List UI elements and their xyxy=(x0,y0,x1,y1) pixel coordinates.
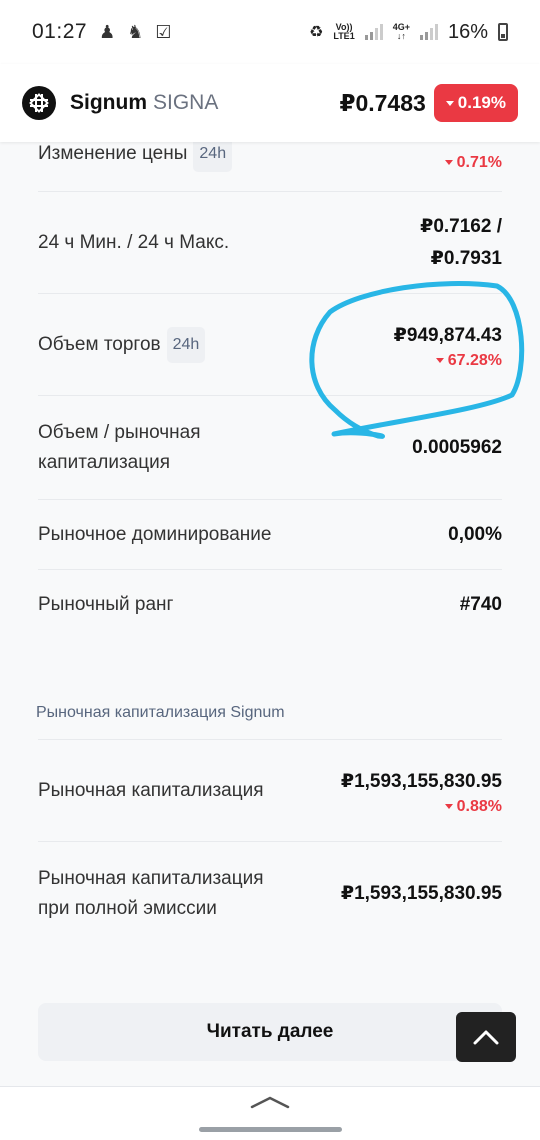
status-bar: 01:27 ♟ ♞ ☑ ♻ Vo)) LTE1 4G+ ↓↑ 16% xyxy=(0,0,540,64)
price-change-value: 0.19% xyxy=(457,93,506,112)
stat-label-line1: Рыночная капитализация xyxy=(38,868,264,889)
stat-row-market-cap: Рыночная капитализация ₽1,593,155,830.95… xyxy=(38,740,502,842)
stat-value-low: ₽0.7162 / xyxy=(420,215,502,237)
stat-value-block: ₽949,874.43 67.28% xyxy=(394,320,502,370)
coin-name: Signum xyxy=(70,91,147,114)
stat-change: 67.28% xyxy=(394,352,502,370)
coin-price: ₽0.7483 xyxy=(339,89,426,116)
signum-logo-icon xyxy=(22,86,56,120)
stat-label: Рыночный ранг xyxy=(38,594,174,615)
stat-label-line2: при полной эмиссии xyxy=(38,898,217,919)
stat-row-volume-marketcap: Объем / рыночная капитализация 0.0005962 xyxy=(38,396,502,500)
chevron-up-icon xyxy=(473,1030,499,1045)
stat-change-value: 67.28% xyxy=(447,351,502,369)
coin-header: Signum SIGNA ₽0.7483 0.19% xyxy=(0,64,540,142)
stat-change: 0.88% xyxy=(341,798,502,816)
stat-label: Объем / рыночная капитализация xyxy=(38,418,200,478)
stat-value: ₽1,593,155,830.95 xyxy=(340,883,502,904)
chess-knight-icon: ♞ xyxy=(127,21,144,42)
battery-icon xyxy=(498,23,508,41)
caret-down-icon xyxy=(435,358,444,363)
stat-label-text: Изменение цены xyxy=(38,142,188,164)
stat-row-rank: Рыночный ранг #740 xyxy=(38,570,502,640)
stat-value: ₽0.7162 / ₽0.7931 xyxy=(420,211,502,275)
recycle-icon: ♻ xyxy=(309,24,324,41)
nav-chevron-up-icon[interactable] xyxy=(250,1095,290,1109)
signal-icon-2 xyxy=(419,24,438,40)
stat-label: Рыночная капитализация xyxy=(38,779,264,801)
tag-24h: 24h xyxy=(166,326,206,363)
tag-24h: 24h xyxy=(193,142,233,172)
chess-pawn-icon: ♟ xyxy=(99,21,116,42)
stat-label-text: Объем торгов xyxy=(38,333,161,355)
stats-content[interactable]: Изменение цены 24h 0.71% 24 ч Мин. / 24 ч… xyxy=(0,142,540,1082)
stat-row-24h-range: 24 ч Мин. / 24 ч Макс. ₽0.7162 / ₽0.7931 xyxy=(38,192,502,294)
caret-down-icon xyxy=(444,804,453,809)
network-arrows: ↓↑ xyxy=(396,31,406,41)
stat-value-block: ₽1,593,155,830.95 0.88% xyxy=(341,766,502,816)
section-title-market-cap: Рыночная капитализация Signum xyxy=(36,704,285,721)
stat-change-value: 0.71% xyxy=(456,153,502,171)
price-change-badge: 0.19% xyxy=(433,84,518,122)
stat-label-line1: Объем / рыночная xyxy=(38,421,201,443)
stat-value: #740 xyxy=(459,594,502,615)
stat-value-high: ₽0.7931 xyxy=(430,247,502,269)
caret-down-icon xyxy=(445,100,454,106)
stat-label: Рыночная капитализация при полной эмисси… xyxy=(38,864,264,924)
network-indicator: 4G+ ↓↑ xyxy=(393,23,410,41)
stat-value: ₽1,593,155,830.95 xyxy=(340,770,502,792)
volte-indicator: Vo)) LTE1 xyxy=(333,23,354,41)
signal-icon xyxy=(364,24,383,40)
stat-change: 0.71% xyxy=(444,153,502,172)
scroll-to-top-button[interactable] xyxy=(456,1012,516,1062)
stat-label: 24 ч Мин. / 24 ч Макс. xyxy=(38,231,230,253)
status-time: 01:27 xyxy=(32,20,88,43)
stat-label: Изменение цены 24h xyxy=(38,142,233,172)
stat-value: 0.0005962 xyxy=(412,436,502,458)
stat-row-volume: Объем торгов 24h ₽949,874.43 67.28% xyxy=(38,294,502,396)
stat-value: ₽949,874.43 xyxy=(393,324,502,346)
stat-label: Объем торгов 24h xyxy=(38,326,206,363)
stat-row-price-change: Изменение цены 24h 0.71% xyxy=(38,142,502,192)
coin-ticker: SIGNA xyxy=(153,91,219,114)
stat-label-line2: капитализация xyxy=(38,451,171,473)
home-gesture-pill[interactable] xyxy=(199,1127,342,1132)
stat-label: Рыночное доминирование xyxy=(38,523,272,545)
stat-value: 0,00% xyxy=(448,523,502,545)
stat-change-value: 0.88% xyxy=(456,797,502,815)
caret-down-icon xyxy=(444,160,453,165)
battery-percent: 16% xyxy=(447,20,488,43)
read-more-button[interactable]: Читать далее xyxy=(38,1003,502,1061)
volte-bottom: LTE1 xyxy=(333,31,355,41)
system-navigation-bar xyxy=(0,1086,540,1140)
stat-row-fully-diluted: Рыночная капитализация при полной эмисси… xyxy=(38,842,502,946)
checkbox-icon: ☑ xyxy=(155,21,172,42)
stat-row-dominance: Рыночное доминирование 0,00% xyxy=(38,500,502,570)
